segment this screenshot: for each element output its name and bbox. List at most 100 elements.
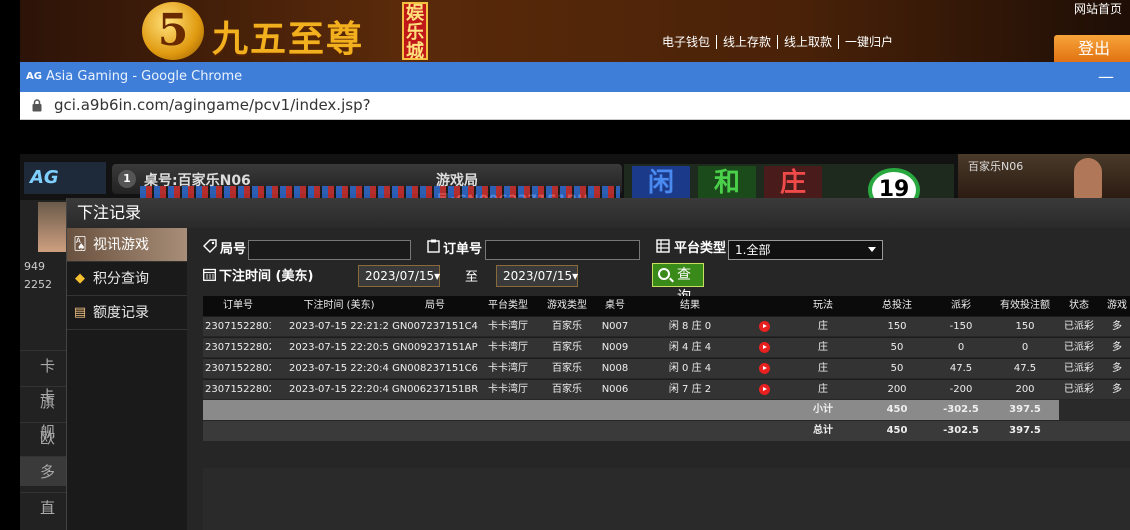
player-tile[interactable]: 闲 (632, 166, 690, 200)
cell-extra: 多 (1112, 342, 1122, 353)
platform-label: 平台类型 (674, 241, 727, 256)
menu-item-points[interactable]: ◆ 积分查询 (67, 262, 187, 296)
cell-payout: -150 (949, 321, 973, 332)
subtotal-payout: -302.5 (943, 404, 979, 415)
replay-video-icon[interactable] (747, 380, 781, 400)
replay-video-icon[interactable] (747, 359, 781, 379)
cell-game: 百家乐 (552, 342, 582, 353)
side-item-flagship[interactable]: 旗舰 (20, 386, 66, 441)
bet-record-dialog: 下注记录 🂡 视讯游戏 ◆ 积分查询 ▤ 额度记录 局号 订单号 平台类型 1.… (66, 198, 1130, 530)
address-bar[interactable]: gci.a9b6in.com/agingame/pcv1/index.jsp? (20, 92, 1130, 120)
site-logo-badge: 娱乐城 (402, 2, 428, 61)
column-header: 平台类型 (488, 300, 528, 311)
menu-item-live-games[interactable]: 🂡 视讯游戏 (67, 228, 187, 262)
replay-video-icon[interactable] (747, 317, 781, 337)
column-header: 局号 (425, 300, 445, 311)
date-from-picker[interactable]: 2023/07/15▾ (358, 265, 440, 287)
column-header: 游戏 (1107, 300, 1127, 311)
platform-selected: 1.全部 (735, 243, 771, 257)
cell-result: 闲 0 庄 4 (668, 363, 712, 374)
order-label: 订单号 (443, 242, 483, 257)
cell-play: 庄 (818, 342, 828, 353)
round-label: 局号 (220, 242, 247, 257)
cell-status: 已派彩 (1064, 384, 1094, 395)
cell-time: 2023-07-15 22:20:46 (289, 384, 389, 395)
browser-title: Asia Gaming - Google Chrome (46, 69, 243, 84)
total-row: 总计 450 -302.5 397.5 (203, 421, 1130, 441)
query-button[interactable]: 查询 (652, 263, 704, 305)
column-header: 下注时间 (美东) (303, 300, 375, 311)
cell-table: N009 (601, 342, 629, 353)
browser-content-top (20, 120, 1130, 154)
logout-button[interactable]: 登出 (1054, 35, 1130, 63)
url-text[interactable]: gci.a9b6in.com/agingame/pcv1/index.jsp? (54, 96, 371, 114)
column-header: 有效投注额 (1000, 300, 1050, 311)
subtotal-filler (1059, 400, 1130, 420)
home-link[interactable]: 网站首页 (1074, 0, 1122, 17)
table-row[interactable]: 230715228027473 2023-07-15 22:20:52GN0092… (203, 337, 1130, 357)
column-header: 订单号 (223, 300, 253, 311)
cell-bet: 200 (887, 384, 907, 395)
cell-result: 闲 4 庄 4 (668, 342, 712, 353)
browser-titlebar: AG Asia Gaming - Google Chrome — (20, 62, 1130, 92)
cell-bet: 150 (887, 321, 907, 332)
column-header: 结果 (680, 300, 700, 311)
table-row[interactable]: 230715228033040 2023-07-15 22:21:20GN0072… (203, 316, 1130, 336)
site-logo-icon: 5 (142, 2, 204, 60)
total-payout: -302.5 (943, 425, 979, 436)
cell-result: 闲 7 庄 2 (668, 384, 712, 395)
subtotal-valid: 397.5 (1009, 404, 1041, 415)
dealer-table-label: 百家乐N06 (968, 160, 1024, 173)
column-header: 派彩 (951, 300, 971, 311)
document-icon: ▤ (73, 305, 87, 320)
cell-result: 闲 8 庄 0 (668, 321, 712, 332)
side-item-direct[interactable]: 直 (20, 492, 66, 522)
table-empty-area (203, 468, 1130, 530)
menu-item-credit[interactable]: ▤ 额度记录 (67, 296, 187, 330)
cell-game: 百家乐 (552, 363, 582, 374)
screen: 5 九五至尊 娱乐城 电子钱包 线上存款 线上取款 一键归户 网站首页 登出 A… (0, 0, 1130, 530)
lock-icon (32, 99, 42, 112)
cell-order: 230715228027473 (205, 342, 271, 353)
column-header: 桌号 (605, 300, 625, 311)
cell-table: N008 (601, 363, 629, 374)
cell-valid: 0 (1021, 342, 1029, 353)
tie-tile[interactable]: 和 (698, 166, 756, 200)
cell-play: 庄 (818, 363, 828, 374)
nav-withdraw[interactable]: 线上取款 (778, 35, 840, 49)
order-input[interactable] (485, 240, 640, 260)
replay-video-icon[interactable] (747, 338, 781, 358)
cell-play: 庄 (818, 321, 828, 332)
banker-tile[interactable]: 庄 (764, 166, 822, 200)
side-item-kaka[interactable]: 卡卡 (20, 350, 66, 405)
total-valid: 397.5 (1009, 425, 1041, 436)
table-row[interactable]: 230715228026954 2023-07-15 22:20:49GN0082… (203, 358, 1130, 378)
diamond-icon: ◆ (75, 271, 85, 286)
tag-icon (203, 239, 217, 253)
dealer-video[interactable]: 百家乐N06 (958, 154, 1130, 200)
time-label: 下注时间 (美东) (219, 269, 314, 284)
cell-platform: 卡卡湾厅 (488, 321, 528, 332)
platform-select[interactable]: 1.全部 (728, 240, 883, 260)
play-icon (758, 362, 770, 374)
nav-consolidate[interactable]: 一键归户 (839, 35, 899, 49)
play-icon (758, 341, 770, 353)
play-icon (758, 320, 770, 332)
cell-round: GN008237151C6 (392, 363, 478, 374)
cell-payout: 47.5 (949, 363, 973, 374)
cell-time: 2023-07-15 22:20:49 (289, 363, 389, 374)
cell-extra: 多 (1112, 384, 1122, 395)
nav-deposit[interactable]: 线上存款 (717, 35, 779, 49)
table-row[interactable]: 230715228026179 2023-07-15 22:20:46GN0062… (203, 379, 1130, 399)
column-header: 玩法 (813, 300, 833, 311)
cell-extra: 多 (1112, 321, 1122, 332)
side-item-multi[interactable]: 多 (20, 456, 66, 486)
cell-table: N006 (601, 384, 629, 395)
date-to-picker[interactable]: 2023/07/15▾ (496, 265, 578, 287)
minimize-button[interactable]: — (1098, 62, 1114, 92)
menu-label: 额度记录 (93, 305, 149, 321)
record-menu: 🂡 视讯游戏 ◆ 积分查询 ▤ 额度记录 (67, 228, 187, 530)
nav-wallet[interactable]: 电子钱包 (662, 35, 718, 49)
side-item-europe[interactable]: 欧洲 (20, 422, 66, 477)
round-input[interactable] (248, 240, 411, 260)
